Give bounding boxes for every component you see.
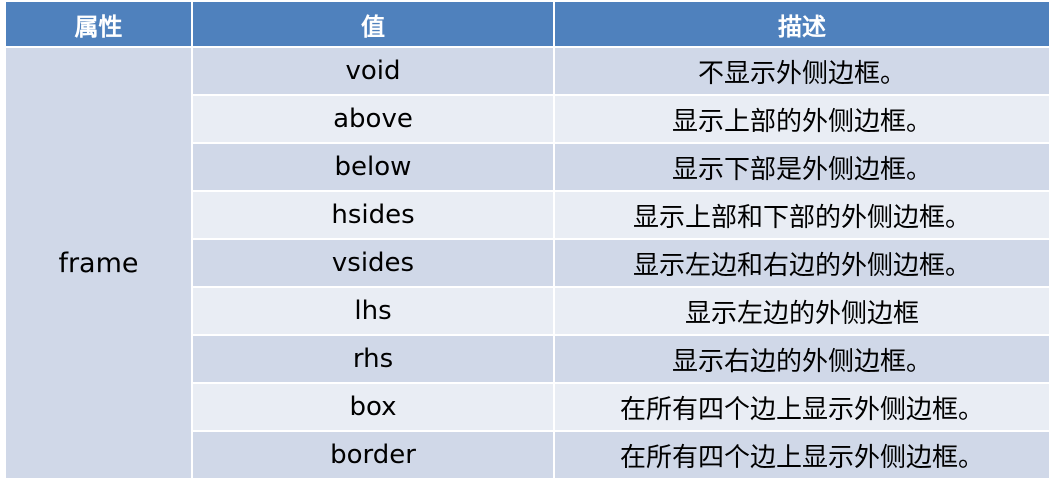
value-cell: box: [191, 382, 555, 432]
value-cell: border: [191, 430, 555, 480]
value-cell: above: [191, 94, 555, 144]
description-cell: 显示上部和下部的外侧边框。: [553, 190, 1051, 240]
description-cell: 显示左边的外侧边框: [553, 286, 1051, 336]
header-description: 描述: [553, 0, 1051, 48]
description-cell: 不显示外侧边框。: [553, 46, 1051, 96]
value-cell: hsides: [191, 190, 555, 240]
description-cell: 在所有四个边上显示外侧边框。: [553, 430, 1051, 480]
description-cell: 显示左边和右边的外侧边框。: [553, 238, 1051, 288]
description-cell: 显示右边的外侧边框。: [553, 334, 1051, 384]
header-value: 值: [191, 0, 555, 48]
description-cell: 显示下部是外侧边框。: [553, 142, 1051, 192]
value-cell: below: [191, 142, 555, 192]
description-cell: 在所有四个边上显示外侧边框。: [553, 382, 1051, 432]
table-row: frame void 不显示外侧边框。: [4, 46, 1051, 480]
value-cell: lhs: [191, 286, 555, 336]
header-attribute: 属性: [4, 0, 193, 48]
value-cell: rhs: [191, 334, 555, 384]
attribute-table: 属性 值 描述 frame void 不显示外侧边框。 above 显示上部的外…: [4, 0, 1051, 480]
value-cell: vsides: [191, 238, 555, 288]
description-cell: 显示上部的外侧边框。: [553, 94, 1051, 144]
header-row: 属性 值 描述: [4, 0, 1051, 48]
value-cell: void: [191, 46, 555, 96]
frame-attribute-table: 属性 值 描述 frame void 不显示外侧边框。 above 显示上部的外…: [4, 0, 1051, 480]
attribute-cell: frame: [4, 46, 193, 480]
